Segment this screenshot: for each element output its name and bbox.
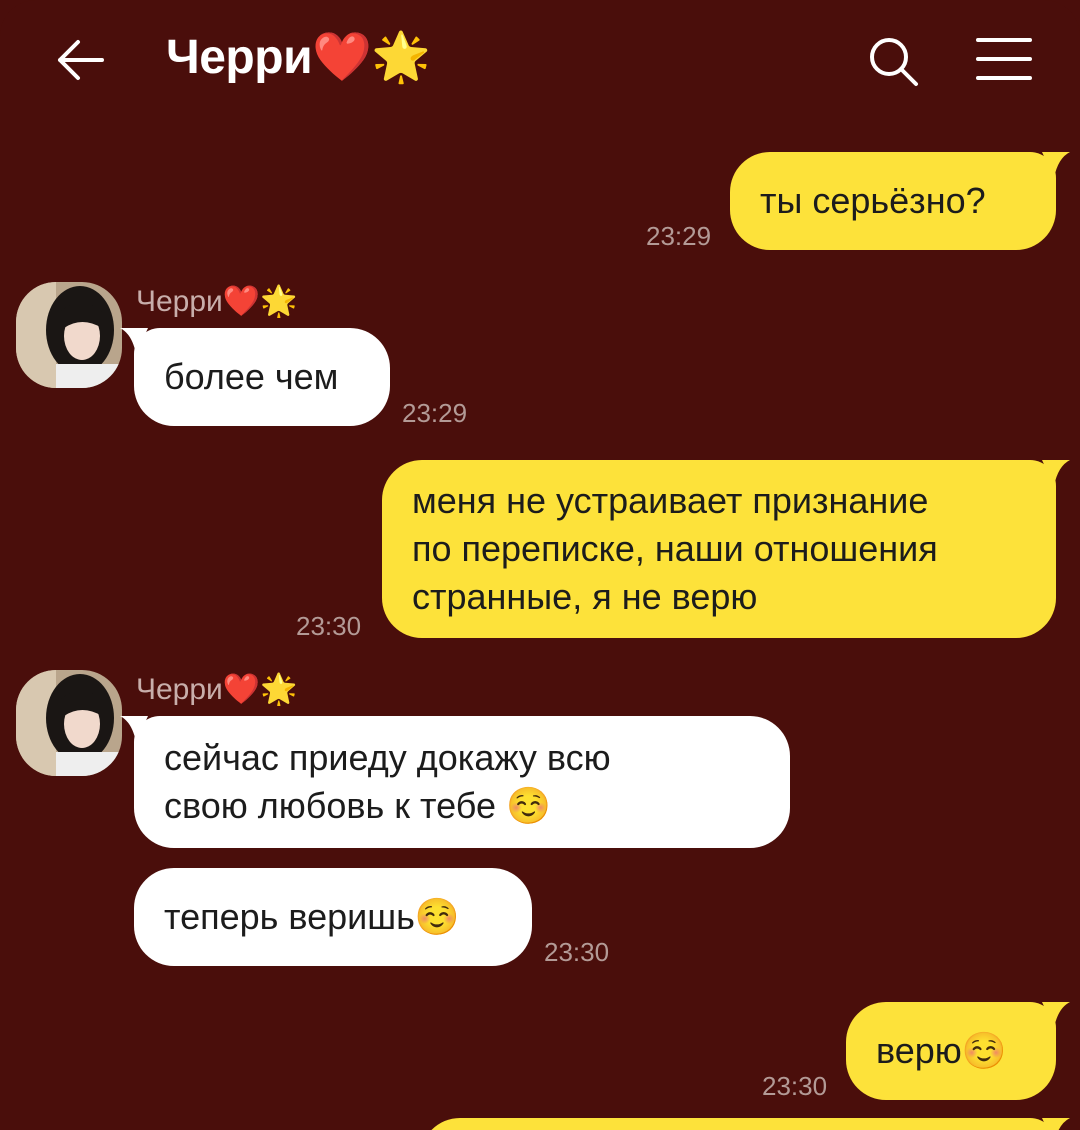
bubble-tail — [1042, 1002, 1070, 1028]
message-text: сейчас приеду докажу всю свою любовь к т… — [164, 737, 611, 826]
avatar-photo — [16, 670, 122, 776]
message-time: 23:30 — [762, 1071, 828, 1101]
bubble-tail — [1042, 152, 1070, 178]
outgoing-message-bubble[interactable]: меня не устраивает признание по переписк… — [382, 460, 1070, 638]
bubble-tail — [1042, 1118, 1070, 1130]
chat-screen: Черри❤️🌟 23:29 ты серьёзно? Черри❤️� — [0, 0, 1080, 1130]
bubble-tail — [120, 328, 148, 354]
message-text: теперь веришь☺️ — [164, 896, 460, 937]
avatar-photo — [16, 282, 122, 388]
hamburger-menu-icon — [976, 38, 1032, 80]
outgoing-message-bubble[interactable]: верю☺️ — [846, 1002, 1070, 1100]
chat-title: Черри❤️🌟 — [166, 31, 431, 84]
message-text: более чем — [164, 356, 339, 397]
incoming-message-bubble[interactable]: теперь веришь☺️ — [134, 868, 532, 966]
bubble-tail — [1042, 460, 1070, 486]
incoming-message-bubble[interactable]: более чем — [120, 328, 390, 426]
avatar[interactable] — [16, 282, 122, 388]
sender-name: Черри❤️🌟 — [136, 673, 298, 706]
outgoing-message-bubble[interactable]: ты серьёзно? — [730, 152, 1070, 250]
search-button[interactable] — [866, 34, 922, 90]
chat-header: Черри❤️🌟 — [0, 0, 1080, 120]
message-time: 23:30 — [296, 611, 362, 641]
menu-button[interactable] — [974, 36, 1034, 82]
message-time: 23:29 — [646, 221, 712, 251]
avatar[interactable] — [16, 670, 122, 776]
search-icon — [870, 38, 918, 86]
message-time: 23:29 — [402, 398, 468, 428]
incoming-message-bubble[interactable]: сейчас приеду докажу всю свою любовь к т… — [120, 716, 790, 848]
arrow-left-icon — [58, 40, 104, 80]
back-button[interactable] — [52, 34, 108, 86]
message-text: меня не устраивает признание по переписк… — [412, 480, 938, 617]
outgoing-message-bubble-partial[interactable] — [420, 1118, 1070, 1130]
sender-name: Черри❤️🌟 — [136, 285, 298, 318]
bubble-tail — [120, 716, 148, 742]
message-text: ты серьёзно? — [760, 180, 986, 221]
message-text: верю☺️ — [876, 1030, 1007, 1071]
message-time: 23:30 — [544, 937, 610, 967]
